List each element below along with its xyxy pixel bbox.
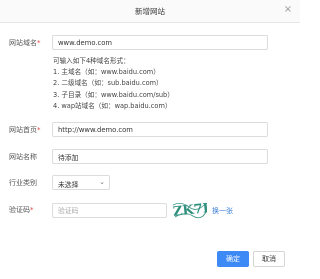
industry-select[interactable]: 未选择 ⌄ [52, 175, 110, 190]
domain-input[interactable] [52, 35, 268, 50]
dialog-titlebar: 新增网站 × [0, 0, 300, 23]
hint-line-1: 1. 主域名（如：www.baidu.com） [53, 68, 160, 77]
industry-label: 行业类别 [9, 179, 37, 187]
required-mark: * [30, 206, 34, 214]
required-mark: * [37, 126, 41, 134]
required-mark: * [37, 39, 41, 47]
chevron-down-icon: ⌄ [99, 178, 105, 186]
captcha-image[interactable]: ZK7F [171, 199, 213, 221]
homepage-label-text: 网站首页 [9, 126, 37, 134]
captcha-label-text: 验证码 [9, 206, 30, 214]
domain-label-text: 网站域名 [9, 39, 37, 47]
homepage-label: 网站首页* [9, 125, 41, 135]
hint-line-3: 3. 子目录（如：www.baidu.com/sub） [53, 90, 174, 99]
captcha-input[interactable] [52, 203, 167, 218]
homepage-input[interactable] [52, 122, 268, 137]
cancel-button[interactable]: 取消 [253, 251, 285, 267]
dialog-title: 新增网站 [135, 7, 165, 16]
hint-intro: 可输入如下4种域名形式： [53, 57, 130, 65]
site-name-label: 网站名称 [9, 153, 37, 161]
site-name-input[interactable] [52, 149, 268, 164]
captcha-graphic: ZK7F [171, 199, 213, 221]
hint-line-2: 2. 二级域名（如：sub.baidu.com） [53, 79, 163, 88]
industry-selected: 未选择 [58, 181, 79, 189]
captcha-label: 验证码* [9, 205, 34, 215]
domain-label: 网站域名* [9, 38, 41, 48]
domain-hint: 可输入如下4种域名形式： 1. 主域名（如：www.baidu.com） 2. … [53, 56, 174, 112]
refresh-captcha-link[interactable]: 换一张 [212, 206, 233, 216]
close-icon[interactable]: × [282, 4, 294, 16]
add-site-dialog: 新增网站 × 网站域名* 可输入如下4种域名形式： 1. 主域名（如：www.b… [0, 0, 300, 279]
hint-line-4: 4. wap站域名（如：wap.baidu.com） [53, 101, 172, 110]
confirm-button[interactable]: 确定 [217, 251, 249, 267]
